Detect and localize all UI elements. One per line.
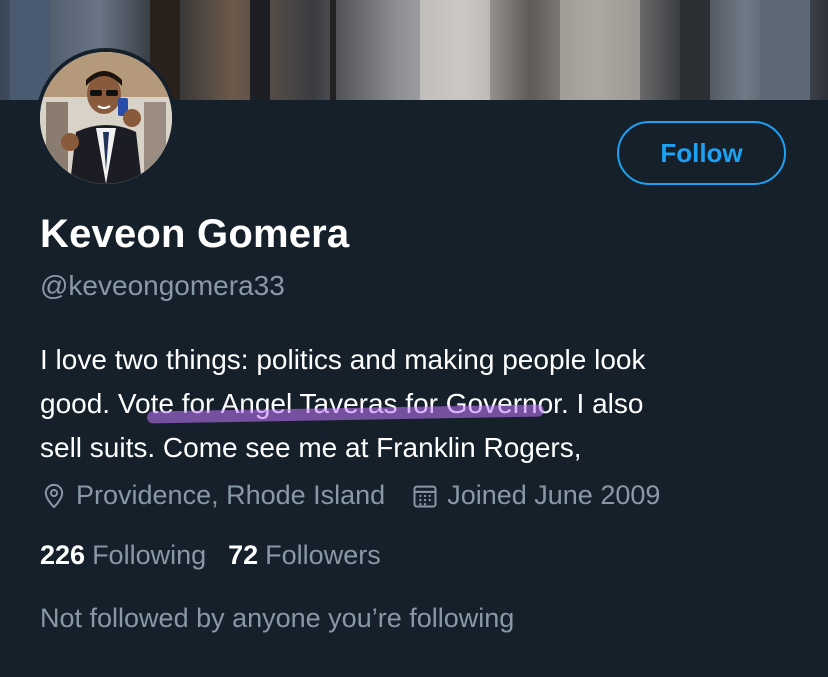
bio-line: good. Vote for Angel Taveras for Governo… — [40, 382, 800, 426]
profile-bio: I love two things: politics and making p… — [40, 338, 800, 470]
profile-meta: Providence, Rhode Island Joined June 200… — [40, 480, 660, 511]
bio-text: good. Vo — [40, 388, 151, 419]
joined-date: Joined June 2009 — [411, 480, 660, 511]
highlighted-text: te for Angel Taveras for Govern — [150, 388, 538, 419]
followers-label: Followers — [265, 540, 381, 570]
bio-line: sell suits. Come see me at Franklin Roge… — [40, 432, 582, 463]
follow-stats: 226 Following 72 Followers — [40, 540, 381, 571]
location-text: Providence, Rhode Island — [76, 480, 386, 510]
followers-link[interactable]: 72 Followers — [228, 540, 381, 571]
following-label: Following — [92, 540, 207, 570]
follow-button[interactable]: Follow — [617, 121, 786, 185]
profile-handle: @keveongomera33 — [40, 270, 285, 301]
bio-line: I love two things: politics and making p… — [40, 344, 646, 375]
mutual-followers-notice: Not followed by anyone you’re following — [40, 603, 515, 633]
calendar-icon — [413, 485, 437, 507]
following-count: 226 — [40, 540, 86, 570]
location: Providence, Rhode Island — [40, 480, 385, 511]
following-link[interactable]: 226 Following — [40, 540, 206, 571]
joined-text: Joined June 2009 — [447, 480, 661, 510]
location-pin-icon — [44, 483, 64, 508]
profile-name: Keveon Gomera — [40, 212, 350, 256]
profile-avatar[interactable] — [36, 48, 176, 188]
bio-text: or. I also — [537, 388, 644, 419]
followers-count: 72 — [228, 540, 259, 570]
